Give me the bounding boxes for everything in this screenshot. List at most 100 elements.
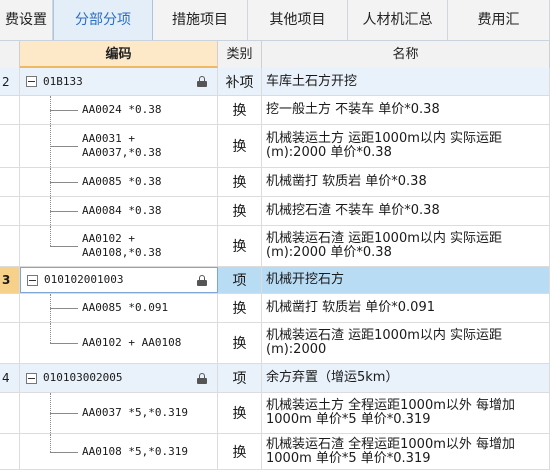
item-name: 车库土石方开挖 bbox=[266, 73, 358, 89]
type-cell[interactable]: 项 bbox=[218, 267, 262, 293]
name-cell[interactable]: 挖一般土方 不装车 单价*0.38 bbox=[262, 96, 550, 124]
name-cell[interactable]: 机械装运石渣 全程运距1000m以外 每增加1000m 单价*5 单价*0.31… bbox=[262, 434, 550, 469]
name-cell[interactable]: 机械装运土方 运距1000m以内 实际运距(m):2000 单价*0.38 bbox=[262, 125, 550, 167]
row-index bbox=[0, 393, 20, 433]
row-index bbox=[0, 168, 20, 196]
type-cell[interactable]: 换 bbox=[218, 323, 262, 363]
code-cell[interactable]: AA0085 *0.38 bbox=[20, 168, 218, 196]
type-cell[interactable]: 换 bbox=[218, 434, 262, 469]
tree-branch bbox=[50, 211, 78, 212]
code-cell[interactable]: AA0024 *0.38 bbox=[20, 96, 218, 124]
type-cell[interactable]: 换 bbox=[218, 168, 262, 196]
collapse-toggle-icon[interactable] bbox=[27, 274, 38, 286]
name-cell[interactable]: 机械挖石渣 不装车 单价*0.38 bbox=[262, 197, 550, 225]
item-name: 机械装运石渣 运距1000m以内 实际运距(m):2000 单价*0.38 bbox=[266, 231, 503, 260]
code-cell[interactable]: AA0031 + AA0037,*0.38 bbox=[20, 125, 218, 167]
table-header: 编码 类别 名称 bbox=[0, 41, 550, 69]
tree-branch bbox=[50, 413, 78, 414]
table-row[interactable]: AA0037 *5,*0.319 换 机械装运土方 全程运距1000m以外 每增… bbox=[0, 393, 550, 434]
type-cell[interactable]: 换 bbox=[218, 197, 262, 225]
item-code: AA0102 + AA0108,*0.38 bbox=[82, 232, 162, 259]
code-cell[interactable]: AA0037 *5,*0.319 bbox=[20, 393, 218, 433]
header-index bbox=[0, 41, 20, 68]
tab-bar: 费设置 分部分项 措施项目 其他项目 人材机汇总 费用汇 bbox=[0, 0, 550, 41]
code-cell[interactable]: AA0102 + AA0108,*0.38 bbox=[20, 226, 218, 266]
table-row[interactable]: AA0085 *0.091 换 机械凿打 软质岩 单价*0.091 bbox=[0, 294, 550, 323]
row-index: 2 bbox=[0, 68, 20, 95]
type-cell[interactable]: 换 bbox=[218, 226, 262, 266]
item-code: AA0084 *0.38 bbox=[82, 204, 162, 217]
name-cell[interactable]: 机械凿打 软质岩 单价*0.38 bbox=[262, 168, 550, 196]
tab-measures[interactable]: 措施项目 bbox=[153, 0, 248, 40]
name-cell[interactable]: 机械装运石渣 运距1000m以内 实际运距(m):2000 单价*0.38 bbox=[262, 226, 550, 266]
item-name: 机械挖石渣 不装车 单价*0.38 bbox=[266, 203, 440, 218]
row-index: 3 bbox=[0, 267, 20, 293]
row-index bbox=[0, 125, 20, 167]
tree-branch bbox=[50, 146, 78, 147]
type-cell[interactable]: 补项 bbox=[218, 68, 262, 95]
lock-icon bbox=[197, 76, 207, 87]
tree-line bbox=[50, 226, 51, 246]
name-cell[interactable]: 机械开挖石方 bbox=[262, 267, 550, 293]
code-cell[interactable]: AA0102 + AA0108 bbox=[20, 323, 218, 363]
tree-branch bbox=[50, 308, 78, 309]
table-row[interactable]: AA0031 + AA0037,*0.38 换 机械装运土方 运距1000m以内… bbox=[0, 125, 550, 168]
name-cell[interactable]: 余方弃置（增运5km） bbox=[262, 364, 550, 392]
type-cell[interactable]: 换 bbox=[218, 96, 262, 124]
table-row-group[interactable]: 3 010102001003 项 机械开挖石方 bbox=[0, 267, 550, 294]
type-cell[interactable]: 换 bbox=[218, 393, 262, 433]
table-row[interactable]: AA0108 *5,*0.319 换 机械装运石渣 全程运距1000m以外 每增… bbox=[0, 434, 550, 470]
tree-branch bbox=[50, 182, 78, 183]
table-row[interactable]: AA0102 + AA0108,*0.38 换 机械装运石渣 运距1000m以内… bbox=[0, 226, 550, 267]
row-index bbox=[0, 96, 20, 124]
collapse-toggle-icon[interactable] bbox=[26, 372, 37, 384]
item-code: AA0024 *0.38 bbox=[82, 103, 162, 116]
item-name: 机械装运土方 运距1000m以内 实际运距(m):2000 单价*0.38 bbox=[266, 131, 503, 160]
header-code[interactable]: 编码 bbox=[20, 41, 218, 68]
code-cell[interactable]: 010103002005 bbox=[20, 364, 218, 392]
row-index: 4 bbox=[0, 364, 20, 392]
type-cell[interactable]: 项 bbox=[218, 364, 262, 392]
item-code: AA0102 + AA0108 bbox=[82, 336, 182, 349]
collapse-toggle-icon[interactable] bbox=[26, 76, 37, 87]
header-type[interactable]: 类别 bbox=[218, 41, 262, 68]
row-index bbox=[0, 434, 20, 469]
row-index bbox=[0, 226, 20, 266]
code-cell[interactable]: AA0085 *0.091 bbox=[20, 294, 218, 322]
item-code: AA0108 *5,*0.319 bbox=[82, 444, 188, 458]
code-cell[interactable]: AA0084 *0.38 bbox=[20, 197, 218, 225]
name-cell[interactable]: 机械装运石渣 运距1000m以内 实际运距(m):2000 bbox=[262, 323, 550, 363]
code-cell[interactable]: 01B133 bbox=[20, 68, 218, 95]
tab-divisions[interactable]: 分部分项 bbox=[53, 0, 153, 40]
tree-branch bbox=[50, 110, 78, 111]
table-row[interactable]: AA0024 *0.38 换 挖一般土方 不装车 单价*0.38 bbox=[0, 96, 550, 125]
tab-labor-material-summary[interactable]: 人材机汇总 bbox=[348, 0, 448, 40]
item-code: AA0085 *0.091 bbox=[82, 301, 169, 314]
item-code: 010103002005 bbox=[43, 371, 123, 384]
tab-fee-settings[interactable]: 费设置 bbox=[0, 0, 53, 40]
tree-branch bbox=[50, 343, 78, 344]
item-name: 挖一般土方 不装车 单价*0.38 bbox=[266, 102, 440, 117]
header-name[interactable]: 名称 bbox=[262, 41, 550, 68]
type-cell[interactable]: 换 bbox=[218, 294, 262, 322]
tree-line bbox=[50, 323, 51, 343]
table-row[interactable]: AA0084 *0.38 换 机械挖石渣 不装车 单价*0.38 bbox=[0, 197, 550, 226]
tree-line bbox=[50, 434, 51, 452]
item-code: AA0031 + AA0037,*0.38 bbox=[82, 132, 162, 159]
table-row[interactable]: AA0102 + AA0108 换 机械装运石渣 运距1000m以内 实际运距(… bbox=[0, 323, 550, 364]
table-row-group[interactable]: 4 010103002005 项 余方弃置（增运5km） bbox=[0, 364, 550, 393]
code-cell[interactable]: 010102001003 bbox=[20, 267, 218, 293]
type-cell[interactable]: 换 bbox=[218, 125, 262, 167]
table-row-group[interactable]: 2 01B133 补项 车库土石方开挖 bbox=[0, 68, 550, 96]
item-name: 机械凿打 软质岩 单价*0.38 bbox=[266, 174, 427, 189]
tab-other-items[interactable]: 其他项目 bbox=[248, 0, 348, 40]
name-cell[interactable]: 机械凿打 软质岩 单价*0.091 bbox=[262, 294, 550, 322]
tab-fee-summary[interactable]: 费用汇 bbox=[448, 0, 550, 40]
table-row[interactable]: AA0085 *0.38 换 机械凿打 软质岩 单价*0.38 bbox=[0, 168, 550, 197]
name-cell[interactable]: 车库土石方开挖 bbox=[262, 68, 550, 95]
row-index bbox=[0, 323, 20, 363]
code-cell[interactable]: AA0108 *5,*0.319 bbox=[20, 434, 218, 469]
item-name: 机械装运石渣 全程运距1000m以外 每增加1000m 单价*5 单价*0.31… bbox=[266, 436, 516, 466]
item-name: 机械装运土方 全程运距1000m以外 每增加1000m 单价*5 单价*0.31… bbox=[266, 398, 516, 427]
name-cell[interactable]: 机械装运土方 全程运距1000m以外 每增加1000m 单价*5 单价*0.31… bbox=[262, 393, 550, 433]
